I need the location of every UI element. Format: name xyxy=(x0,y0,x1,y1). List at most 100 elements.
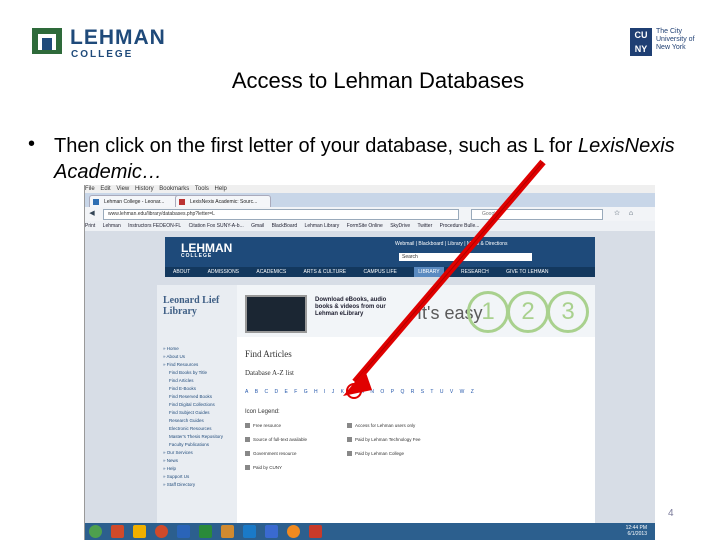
bookmark-item[interactable]: FormSite Online xyxy=(347,223,383,229)
sidebar-item[interactable]: » Staff Directory xyxy=(163,481,223,489)
sidebar-item[interactable]: » About Us xyxy=(163,353,223,361)
sidebar-item[interactable]: » Find Resources xyxy=(163,361,223,369)
legend-label: Free resource xyxy=(253,423,282,428)
word-icon[interactable] xyxy=(177,525,190,538)
bookmark-item[interactable]: BlackBoard xyxy=(272,223,298,229)
nav-give[interactable]: GIVE TO LEHMAN xyxy=(506,269,548,275)
bookmark-item[interactable]: Lehman Library xyxy=(305,223,340,229)
letter-m[interactable]: M xyxy=(360,389,365,395)
bookmark-item[interactable]: Print xyxy=(85,223,95,229)
powerpoint-icon[interactable] xyxy=(221,525,234,538)
letter-b[interactable]: B xyxy=(255,389,259,395)
sidebar-item[interactable]: » Home xyxy=(163,345,223,353)
acrobat-icon[interactable] xyxy=(309,525,322,538)
menu-view[interactable]: View xyxy=(116,186,129,192)
letter-c[interactable]: C xyxy=(264,389,269,395)
bookmark-item[interactable]: SkyDrive xyxy=(390,223,410,229)
menu-bookmarks[interactable]: Bookmarks xyxy=(159,186,189,192)
bookmark-item[interactable]: Lehman xyxy=(103,223,121,229)
bookmark-item[interactable]: Citation Fox SUNY-A-b... xyxy=(189,223,244,229)
letter-d[interactable]: D xyxy=(274,389,279,395)
letter-w[interactable]: W xyxy=(460,389,466,395)
sidebar-item[interactable]: Find Digital Collections xyxy=(163,401,223,409)
sidebar-item[interactable]: Master's Thesis Repository xyxy=(163,433,223,441)
web-page: LEHMAN COLLEGE Webmail | Blackboard | Lib… xyxy=(85,231,655,523)
letter-k[interactable]: K xyxy=(341,389,345,395)
browser-address-row: ◀ www.lehman.edu/library/databases.php?l… xyxy=(85,207,655,221)
menu-file[interactable]: File xyxy=(85,186,95,192)
letter-p[interactable]: P xyxy=(391,389,395,395)
taskbar-clock[interactable]: 12:44 PM 6/1/2013 xyxy=(626,525,647,537)
bookmark-item[interactable]: Gmail xyxy=(251,223,264,229)
legend-tech-fee: Paid by Lehman Technology Fee xyxy=(347,437,420,443)
sidebar-item[interactable]: » Help xyxy=(163,465,223,473)
letter-i[interactable]: I xyxy=(324,389,326,395)
skype-icon[interactable] xyxy=(243,525,256,538)
url-input[interactable]: www.lehman.edu/library/databases.php?let… xyxy=(103,209,459,220)
taskbar-app-icon[interactable] xyxy=(155,525,168,538)
taskbar-app-icon[interactable] xyxy=(111,525,124,538)
letter-l[interactable]: L xyxy=(350,389,354,395)
nav-about[interactable]: ABOUT xyxy=(173,269,190,275)
letter-n[interactable]: N xyxy=(370,389,375,395)
letter-f[interactable]: F xyxy=(294,389,298,395)
letter-r[interactable]: R xyxy=(411,389,416,395)
letter-q[interactable]: Q xyxy=(400,389,405,395)
letter-o[interactable]: O xyxy=(380,389,385,395)
home-icon[interactable]: ⌂ xyxy=(627,210,635,218)
menu-tools[interactable]: Tools xyxy=(195,186,209,192)
excel-icon[interactable] xyxy=(199,525,212,538)
letter-row: A B C D E F G H I J K L M N O P Q R S T xyxy=(245,389,478,395)
sidebar-item[interactable]: Electronic Resources xyxy=(163,425,223,433)
taskbar-app-icon[interactable] xyxy=(133,525,146,538)
browser-search-input[interactable]: Google xyxy=(471,209,603,220)
nav-research[interactable]: RESEARCH xyxy=(461,269,489,275)
letter-v[interactable]: V xyxy=(450,389,454,395)
sidebar-item[interactable]: Find Subject Guides xyxy=(163,409,223,417)
sidebar-item[interactable]: » Our Services xyxy=(163,449,223,457)
letter-h[interactable]: H xyxy=(314,389,319,395)
windows-taskbar: 12:44 PM 6/1/2013 xyxy=(85,523,655,540)
menu-help[interactable]: Help xyxy=(215,186,227,192)
sidebar-item[interactable]: Research Guides xyxy=(163,417,223,425)
letter-z[interactable]: Z xyxy=(471,389,475,395)
icon-legend-title: Icon Legend: xyxy=(245,409,280,415)
letter-a[interactable]: A xyxy=(245,389,249,395)
nav-admissions[interactable]: ADMISSIONS xyxy=(208,269,239,275)
nav-academics[interactable]: ACADEMICS xyxy=(256,269,286,275)
nav-arts-culture[interactable]: ARTS & CULTURE xyxy=(304,269,347,275)
menu-edit[interactable]: Edit xyxy=(100,186,110,192)
sidebar-item[interactable]: Find E-Books xyxy=(163,385,223,393)
lehman-college-logo: LEHMAN COLLEGE xyxy=(28,22,165,62)
bookmark-item[interactable]: Twitter xyxy=(418,223,433,229)
site-search-input[interactable]: Search xyxy=(399,253,532,261)
letter-s[interactable]: S xyxy=(421,389,425,395)
bullet-marker: • xyxy=(28,133,36,155)
sidebar-item[interactable]: » Support Us xyxy=(163,473,223,481)
letter-g[interactable]: G xyxy=(304,389,309,395)
site-top-links[interactable]: Webmail | Blackboard | Library | Maps & … xyxy=(395,241,507,247)
sidebar-item[interactable]: » News xyxy=(163,457,223,465)
site-logo[interactable]: LEHMAN COLLEGE xyxy=(181,241,232,259)
bookmark-item[interactable]: Instructors FEDEON-FL xyxy=(128,223,181,229)
letter-e[interactable]: E xyxy=(285,389,289,395)
legend-cuny: Paid by CUNY xyxy=(245,465,282,471)
back-arrow-icon[interactable]: ◀ xyxy=(88,210,96,218)
letter-j[interactable]: J xyxy=(332,389,336,395)
sidebar-item[interactable]: Find Reserved Books xyxy=(163,393,223,401)
firefox-icon[interactable] xyxy=(287,525,300,538)
start-button-icon[interactable] xyxy=(89,525,102,538)
letter-u[interactable]: U xyxy=(440,389,445,395)
legend-government: Government resource xyxy=(245,451,297,457)
letter-t[interactable]: T xyxy=(430,389,434,395)
sidebar-item[interactable]: Find Articles xyxy=(163,377,223,385)
ie-icon[interactable] xyxy=(265,525,278,538)
star-icon[interactable]: ☆ xyxy=(613,210,621,218)
sidebar-item[interactable]: Faculty Publications xyxy=(163,441,223,449)
nav-campus-life[interactable]: CAMPUS LIFE xyxy=(364,269,397,275)
bookmark-item[interactable]: Procedure Bulle... xyxy=(440,223,480,229)
nav-library[interactable]: LIBRARY xyxy=(414,267,444,277)
ebook-banner[interactable]: Download eBooks, audio books & videos fr… xyxy=(237,285,595,337)
sidebar-item[interactable]: Find Books by Title xyxy=(163,369,223,377)
menu-history[interactable]: History xyxy=(135,186,154,192)
